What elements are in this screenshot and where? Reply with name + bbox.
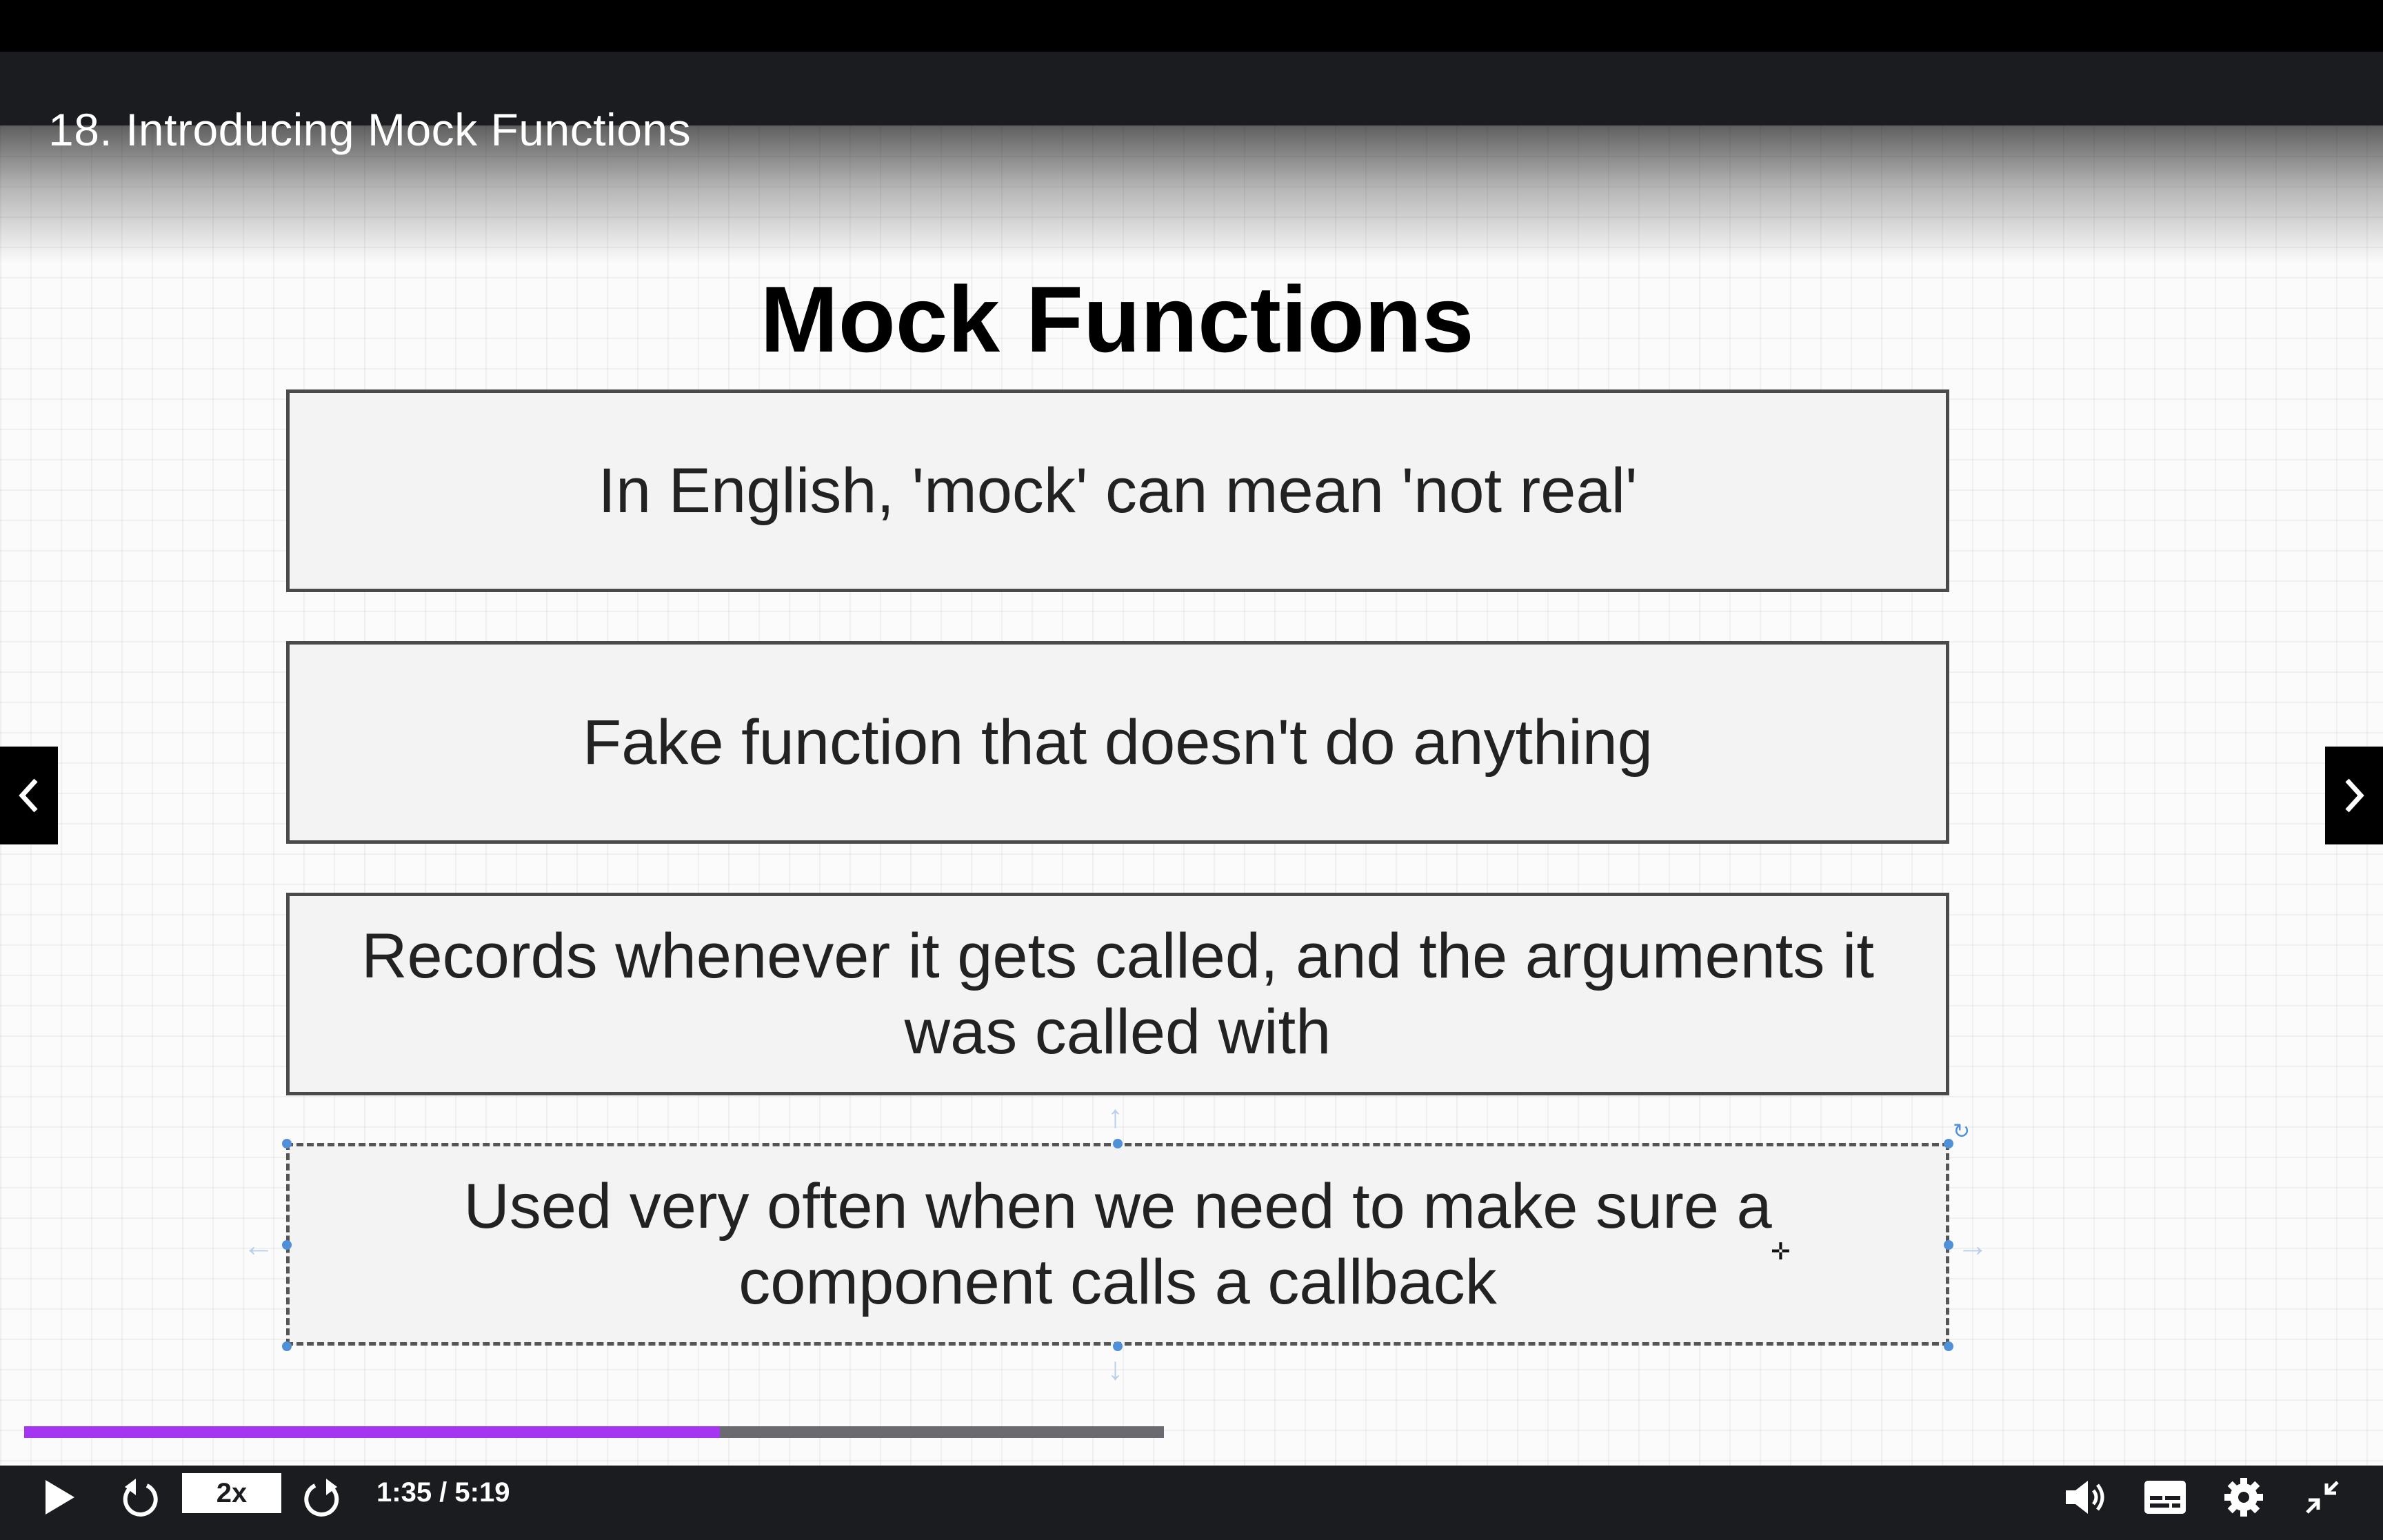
time-display: 1:35 / 5:19 [376, 1477, 510, 1508]
rewind-icon [123, 1479, 158, 1517]
card-text-line: component calls a callback [738, 1247, 1497, 1317]
playback-speed-button[interactable]: 2x [182, 1473, 281, 1513]
resize-handle[interactable] [1944, 1139, 1953, 1148]
move-cursor-icon: ✛ [1771, 1239, 1791, 1265]
exit-fullscreen-icon [2306, 1481, 2339, 1514]
lecture-title: 18. Introducing Mock Functions [48, 104, 692, 155]
card-text-line: In English, 'mock' can mean 'not real' [598, 456, 1638, 526]
player-controls [0, 1466, 2383, 1540]
arrow-up-icon: ↑ [1107, 1098, 1123, 1134]
forward-icon [304, 1479, 339, 1517]
resize-handle[interactable] [282, 1341, 292, 1351]
exit-fullscreen-button[interactable] [2295, 1468, 2350, 1526]
rewind-button[interactable] [116, 1468, 161, 1526]
slide-card: Records whenever it gets called, and the… [286, 893, 1949, 1095]
card-text-line: Records whenever it gets called, and the… [361, 921, 1874, 991]
card-text-line: was called with [904, 997, 1331, 1067]
previous-lecture-button[interactable] [0, 747, 58, 844]
resize-handle[interactable] [1113, 1341, 1123, 1351]
slide-card: In English, 'mock' can mean 'not real' [286, 389, 1949, 592]
card-text-line: Used very often when we need to make sur… [463, 1171, 1772, 1242]
play-button[interactable] [39, 1468, 80, 1526]
volume-button[interactable] [2059, 1468, 2114, 1526]
resize-handle[interactable] [1113, 1139, 1123, 1148]
gear-icon [2224, 1478, 2263, 1517]
resize-handle[interactable] [282, 1240, 292, 1250]
card-text-line: Fake function that doesn't do anything [583, 707, 1653, 778]
chevron-left-icon [19, 778, 38, 813]
resize-handle[interactable] [1944, 1341, 1953, 1351]
play-icon [46, 1480, 74, 1514]
settings-button[interactable] [2216, 1468, 2271, 1526]
progress-bar-fill [24, 1426, 720, 1438]
captions-icon [2144, 1481, 2186, 1514]
top-bar [0, 0, 2383, 52]
forward-button[interactable] [301, 1468, 346, 1526]
slide-card-selected[interactable]: Used very often when we need to make sur… [286, 1143, 1949, 1346]
resize-handle[interactable] [1944, 1240, 1953, 1250]
arrow-right-icon: → [1957, 1227, 1989, 1263]
next-lecture-button[interactable] [2325, 747, 2383, 844]
captions-button[interactable] [2138, 1468, 2193, 1526]
volume-icon [2066, 1481, 2104, 1514]
arrow-left-icon: ← [243, 1227, 274, 1263]
chevron-right-icon [2345, 778, 2364, 813]
resize-handle[interactable] [282, 1139, 292, 1148]
slide-card: Fake function that doesn't do anything [286, 641, 1949, 844]
rotate-handle-icon[interactable]: ↻ [1953, 1119, 1970, 1144]
arrow-down-icon: ↓ [1107, 1350, 1123, 1386]
slide-heading: Mock Functions [760, 267, 1474, 372]
